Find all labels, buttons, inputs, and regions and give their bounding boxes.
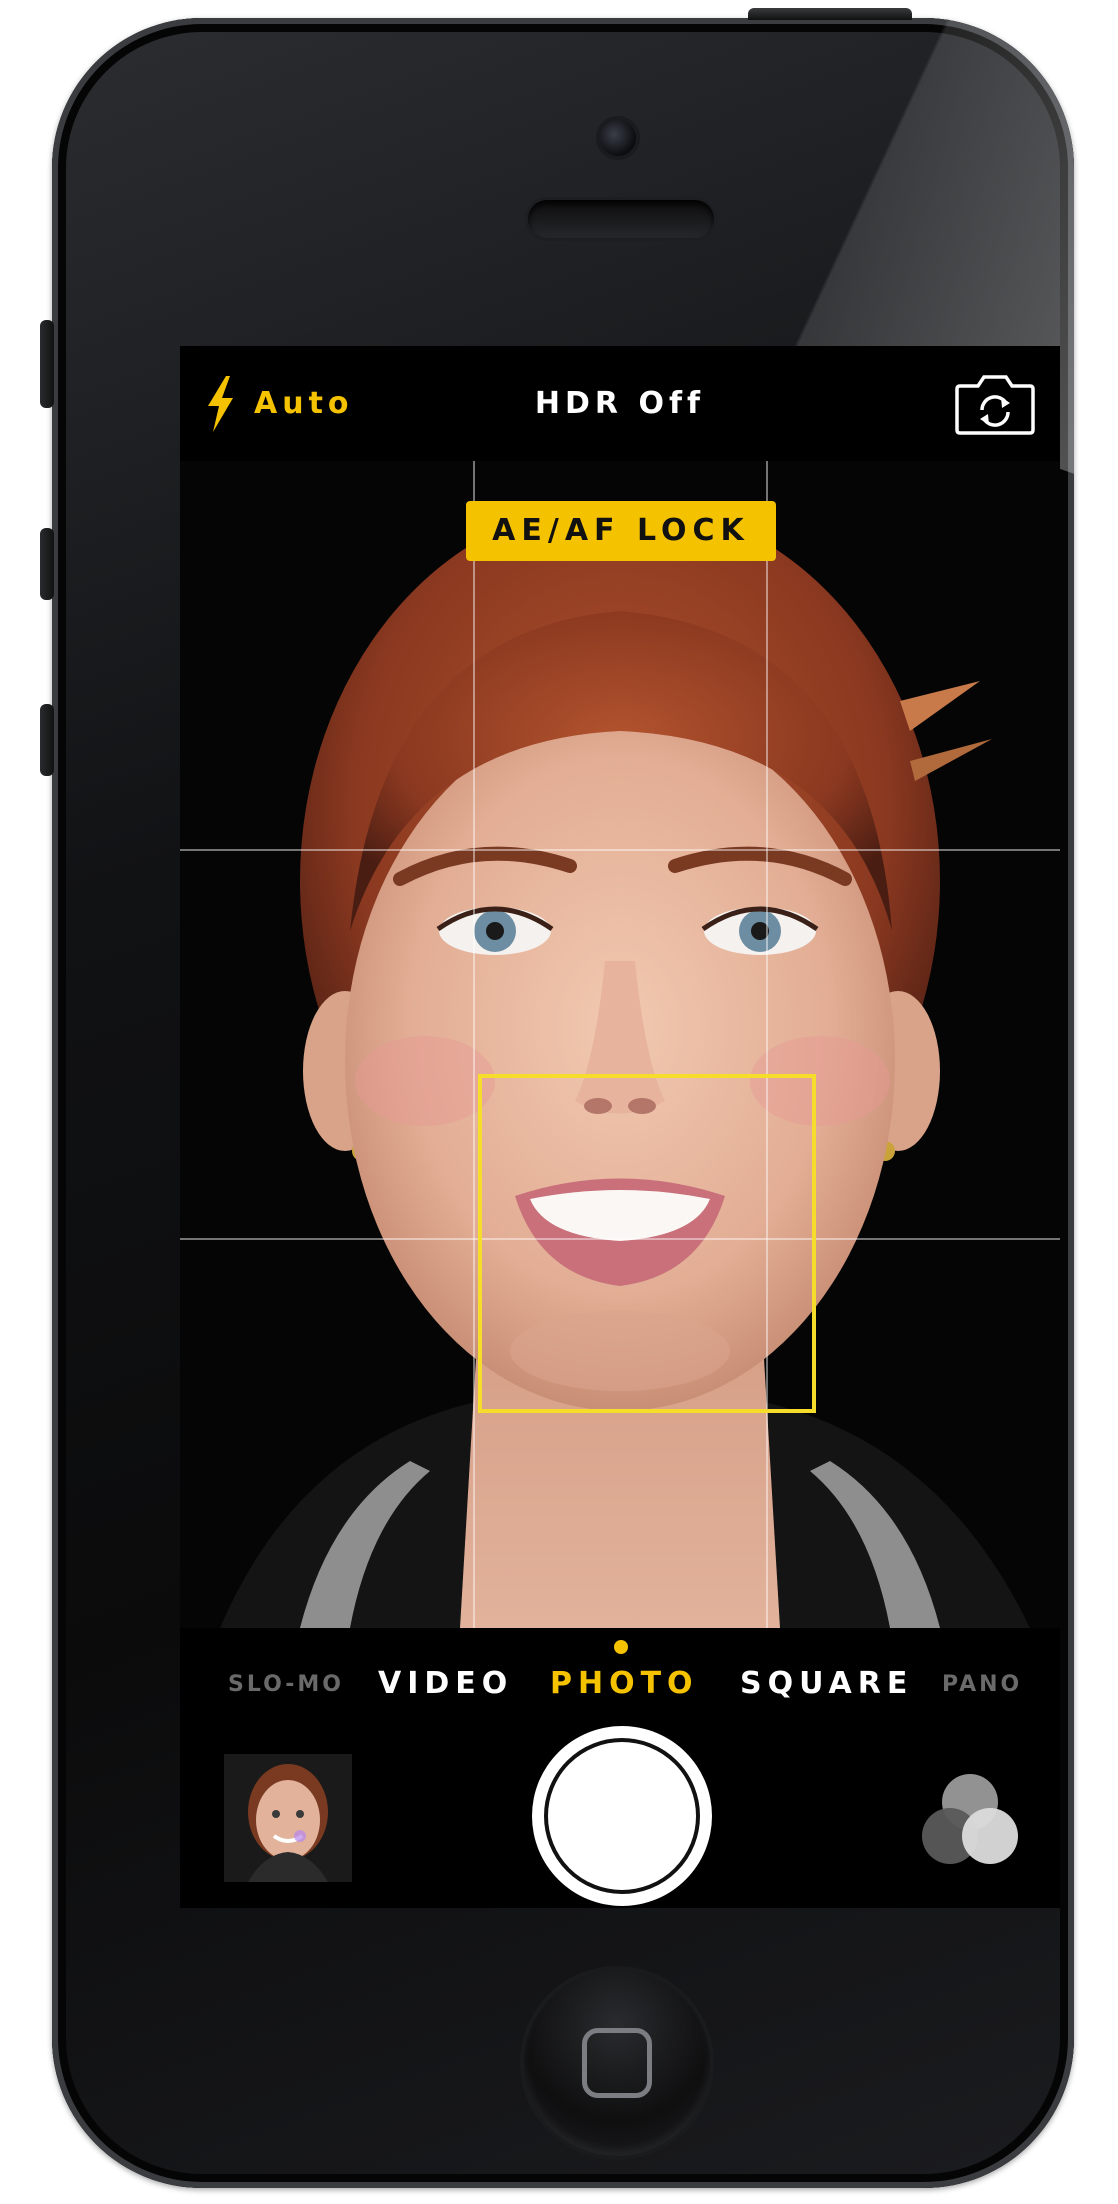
phone-frame: Auto HDR Off AE/AF LOCK SLO-MO VIDEO PHO… xyxy=(52,18,1074,2188)
shutter-button-icon xyxy=(544,1738,700,1894)
hdr-toggle-label[interactable]: HDR Off xyxy=(180,386,1060,421)
grid-line-horizontal-1 xyxy=(180,849,1060,851)
active-mode-indicator xyxy=(614,1640,628,1654)
portrait-subject xyxy=(180,461,1060,1628)
home-button[interactable] xyxy=(524,1970,710,2156)
ae-af-lock-badge: AE/AF LOCK xyxy=(466,501,776,561)
mute-switch xyxy=(40,320,54,408)
front-camera-lens xyxy=(600,120,636,156)
earpiece-speaker xyxy=(528,200,714,238)
photo-thumbnail[interactable] xyxy=(224,1754,352,1882)
home-square-icon xyxy=(582,2028,652,2098)
focus-box xyxy=(478,1074,816,1413)
grid-line-vertical-1 xyxy=(473,461,475,1628)
volume-up-button xyxy=(40,528,54,600)
camera-viewfinder[interactable]: AE/AF LOCK xyxy=(180,461,1060,1628)
camera-top-bar: Auto HDR Off xyxy=(180,346,1060,461)
thumbnail-image xyxy=(224,1754,352,1882)
grid-line-vertical-2 xyxy=(766,461,768,1628)
mode-square[interactable]: SQUARE xyxy=(740,1666,913,1701)
sleep-wake-button xyxy=(748,8,912,20)
filters-circles-icon[interactable] xyxy=(916,1768,1024,1876)
volume-down-button xyxy=(40,704,54,776)
mode-photo[interactable]: PHOTO xyxy=(550,1666,699,1701)
camera-rotate-icon[interactable] xyxy=(954,372,1036,436)
shutter-button[interactable] xyxy=(532,1726,712,1906)
mode-pano[interactable]: PANO xyxy=(942,1672,1022,1697)
mode-selector[interactable]: SLO-MO VIDEO PHOTO SQUARE PANO xyxy=(180,1666,1060,1716)
camera-bottom-bar: SLO-MO VIDEO PHOTO SQUARE PANO xyxy=(180,1628,1060,1908)
mode-video[interactable]: VIDEO xyxy=(378,1666,513,1701)
mode-slo-mo[interactable]: SLO-MO xyxy=(228,1672,344,1697)
camera-screen: Auto HDR Off AE/AF LOCK SLO-MO VIDEO PHO… xyxy=(180,346,1060,1908)
